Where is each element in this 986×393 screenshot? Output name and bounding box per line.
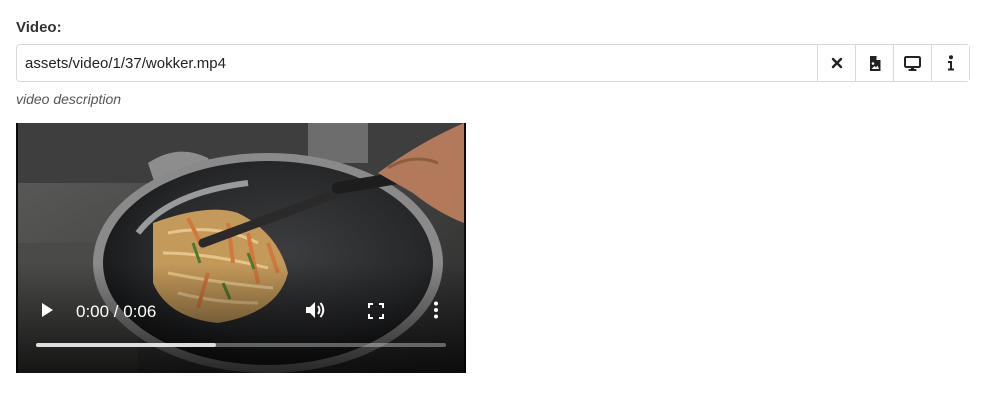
- browse-file-button[interactable]: [855, 45, 893, 81]
- close-icon: [831, 57, 843, 69]
- desktop-icon: [904, 55, 921, 71]
- buffered-progress: [36, 343, 217, 347]
- play-icon: [39, 301, 55, 324]
- video-path-input[interactable]: [17, 45, 817, 81]
- fullscreen-button[interactable]: [366, 302, 386, 324]
- fullscreen-icon: [368, 302, 384, 324]
- preview-button[interactable]: [893, 45, 931, 81]
- more-options-button[interactable]: [428, 301, 444, 323]
- volume-button[interactable]: [304, 301, 328, 323]
- video-path-input-group: [16, 44, 970, 82]
- clear-button[interactable]: [817, 45, 855, 81]
- info-button[interactable]: [931, 45, 969, 81]
- info-icon: [947, 55, 955, 71]
- video-description: video description: [16, 91, 122, 107]
- more-vert-icon: [433, 301, 439, 324]
- play-button[interactable]: [36, 301, 58, 323]
- video-progress-bar[interactable]: [36, 343, 446, 347]
- video-field-label: Video:: [16, 19, 62, 36]
- video-player[interactable]: 0:00 / 0:06: [16, 123, 466, 373]
- time-display: 0:00 / 0:06: [76, 302, 157, 321]
- volume-icon: [304, 299, 328, 326]
- file-image-icon: [869, 55, 881, 71]
